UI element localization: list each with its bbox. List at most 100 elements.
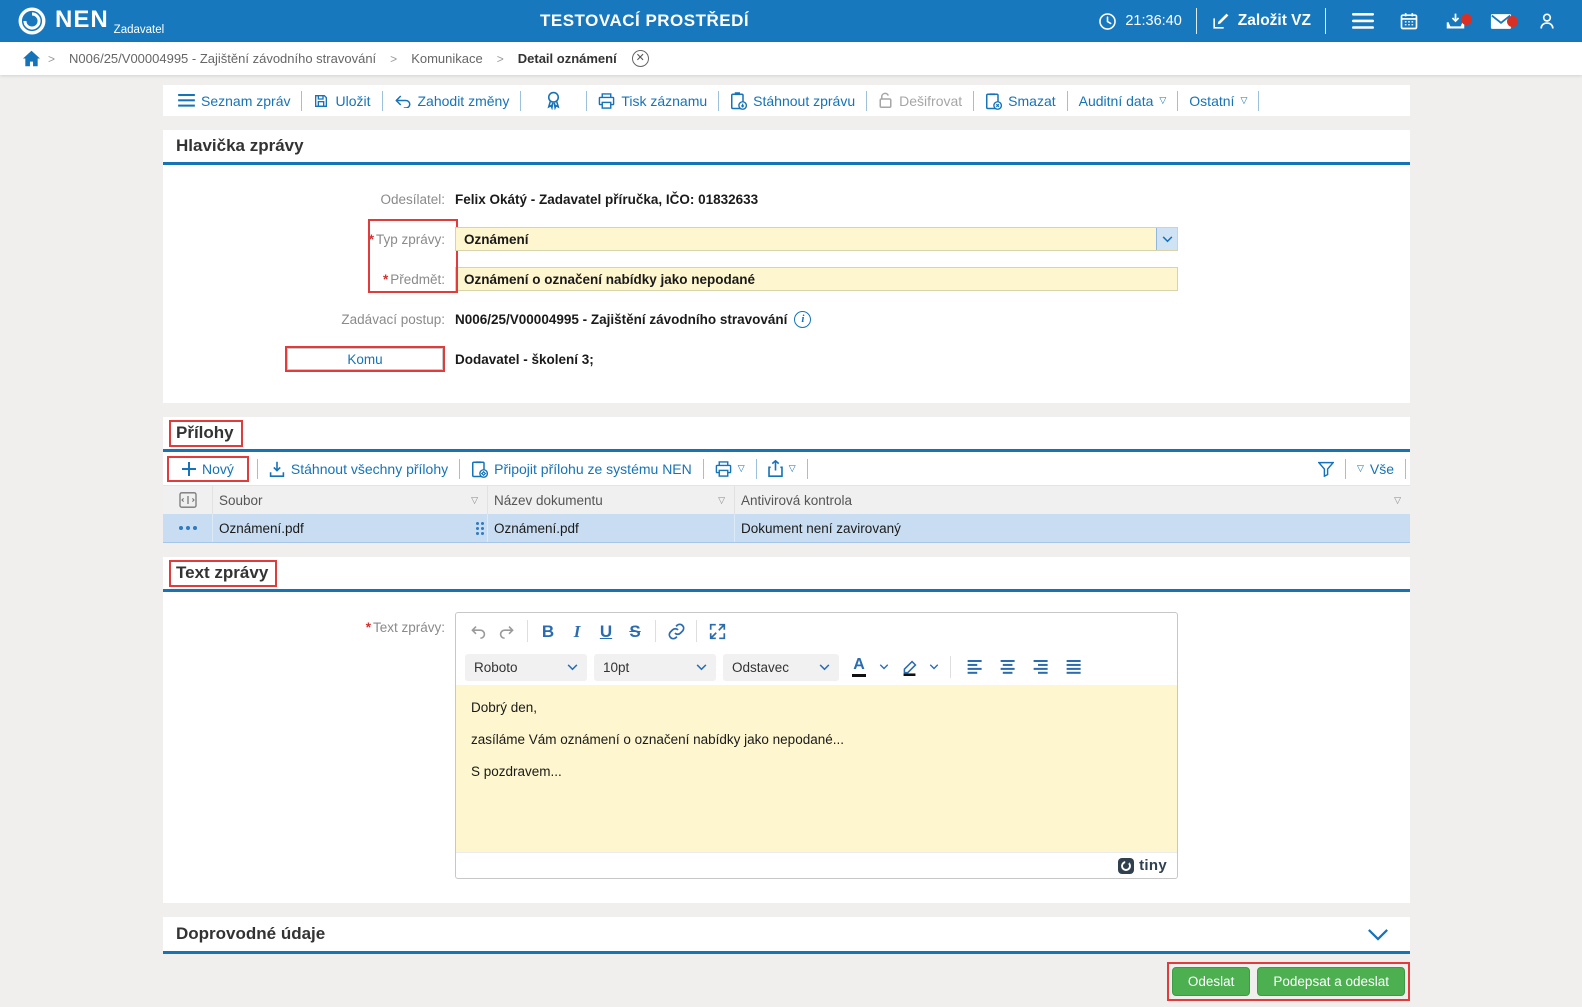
environment-title: TESTOVACÍ PROSTŘEDÍ	[540, 11, 750, 30]
font-size-select[interactable]: 10pt	[594, 653, 716, 681]
form-row-typ-zpravy: * Typ zprávy: Oznámení	[163, 225, 1410, 253]
align-justify-button[interactable]	[1061, 654, 1087, 680]
font-family-value: Roboto	[474, 659, 518, 675]
message-text-area[interactable]: Dobrý den, zasíláme Vám oznámení o označ…	[456, 685, 1177, 852]
breadcrumb-item-procedure[interactable]: N006/25/V00004995 - Zajištění závodního …	[69, 51, 376, 66]
typ-zpravy-select[interactable]: Oznámení	[455, 227, 1178, 251]
form-row-zadavaci-postup: Zadávací postup: N006/25/V00004995 - Zaj…	[163, 305, 1410, 333]
komu-button[interactable]: Komu	[287, 348, 443, 370]
calendar-button[interactable]	[1386, 11, 1432, 31]
column-chooser-header[interactable]	[163, 486, 213, 514]
stahnout-vsechny-prilohy-button[interactable]: Stáhnout všechny přílohy	[258, 461, 459, 477]
export-attachments-dropdown[interactable]: ▽	[757, 460, 807, 477]
italic-button[interactable]: I	[564, 618, 590, 644]
align-left-button[interactable]	[962, 654, 988, 680]
annotation-red-box-prilohy: Přílohy	[169, 419, 243, 447]
home-icon[interactable]	[22, 50, 41, 67]
award-button[interactable]	[521, 91, 586, 110]
font-family-select[interactable]: Roboto	[465, 653, 587, 681]
undo-icon[interactable]	[465, 618, 491, 644]
divider	[1325, 8, 1326, 34]
printer-icon	[715, 460, 732, 477]
column-filter-icon[interactable]: ▽	[471, 495, 478, 505]
zadavaci-postup-value: N006/25/V00004995 - Zajištění závodního …	[455, 310, 812, 328]
pripojit-prilohu-button[interactable]: Připojit přílohu ze systému NEN	[460, 460, 703, 478]
annotation-red-box-novy: Nový	[167, 455, 249, 482]
logo-text: NEN	[55, 6, 109, 33]
filter-button[interactable]	[1307, 461, 1345, 477]
vse-filter-dropdown[interactable]: ▽ Vše	[1346, 461, 1405, 477]
drag-handle-icon[interactable]	[476, 521, 484, 535]
close-tab-icon[interactable]: ✕	[631, 50, 649, 67]
print-attachments-dropdown[interactable]: ▽	[704, 460, 756, 477]
seznam-zprav-button[interactable]: Seznam zpráv	[167, 93, 301, 109]
ulozit-button[interactable]: Uložit	[302, 93, 381, 109]
dropdown-triangle-icon: ▽	[1159, 95, 1167, 105]
row-menu-handle[interactable]	[163, 514, 213, 542]
predmet-label: * Předmět:	[382, 271, 445, 287]
dropdown-triangle-icon: ▽	[1356, 463, 1364, 473]
novy-label: Nový	[202, 460, 234, 477]
ostatni-dropdown[interactable]: Ostatní ▽	[1178, 93, 1258, 109]
inbox-button[interactable]	[1432, 11, 1478, 32]
text-color-button[interactable]: A	[846, 654, 872, 680]
highlight-color-button[interactable]	[896, 654, 922, 680]
info-icon[interactable]: i	[794, 310, 812, 328]
nen-logo-icon	[16, 5, 48, 37]
column-header-soubor[interactable]: Soubor ▽	[213, 486, 488, 514]
auditni-data-dropdown[interactable]: Auditní data ▽	[1068, 93, 1178, 109]
editor-toolbar-row2: Roboto 10pt Odstavec A	[456, 649, 1177, 685]
chevron-down-icon[interactable]	[1367, 928, 1389, 941]
underline-button[interactable]: U	[593, 618, 619, 644]
doprovodne-title: Doprovodné údaje	[176, 924, 326, 943]
dropdown-triangle-icon: ▽	[737, 463, 745, 473]
seznam-zprav-label: Seznam zpráv	[201, 92, 291, 109]
zahodit-zmeny-button[interactable]: Zahodit změny	[383, 93, 521, 109]
nen-logo[interactable]: NEN Zadavatel	[16, 5, 164, 37]
link-button[interactable]	[663, 618, 689, 644]
messages-button[interactable]	[1478, 13, 1524, 30]
doprovodne-header[interactable]: Doprovodné údaje	[163, 917, 1410, 951]
breadcrumb-item-current: Detail oznámení	[517, 51, 617, 66]
redo-icon[interactable]	[494, 618, 520, 644]
predmet-input[interactable]: Oznámení o označení nabídky jako nepodan…	[455, 267, 1178, 291]
smazat-button[interactable]: Smazat	[974, 92, 1066, 110]
zalozit-vz-button[interactable]: Založit VZ	[1211, 12, 1311, 31]
tisk-zaznamu-button[interactable]: Tisk záznamu	[587, 93, 718, 109]
desifrovat-label: Dešifrovat	[899, 92, 963, 109]
section-text-zpravy: Text zprávy * Text zprávy: B I U S Robot…	[163, 557, 1410, 903]
novy-button[interactable]: Nový	[171, 461, 245, 477]
inbox-notification-badge	[1461, 13, 1472, 25]
text-color-chevron-icon[interactable]	[879, 664, 889, 670]
select-chevron-button[interactable]	[1156, 228, 1177, 250]
footer-buttons-row: Odeslat Podepsat a odeslat	[163, 962, 1410, 1001]
align-center-button[interactable]	[995, 654, 1021, 680]
topbar-actions: 21:36:40 Založit VZ	[1098, 0, 1570, 42]
align-right-button[interactable]	[1028, 654, 1054, 680]
block-format-select[interactable]: Odstavec	[723, 653, 839, 681]
clipboard-download-icon	[730, 91, 748, 110]
hlavicka-form: Odesílatel: Felix Okátý - Zadavatel přír…	[163, 165, 1410, 403]
column-filter-icon[interactable]: ▽	[718, 495, 725, 505]
clock-icon	[1098, 12, 1117, 31]
podepsat-a-odeslat-button[interactable]: Podepsat a odeslat	[1257, 967, 1405, 996]
attachments-toolbar: Nový Stáhnout všechny přílohy Připojit p…	[163, 452, 1410, 486]
table-row-attachment[interactable]: Oznámení.pdf Oznámení.pdf Dokument není …	[163, 514, 1410, 543]
tiny-brand-label[interactable]: tiny	[1139, 857, 1167, 874]
odeslat-button[interactable]: Odeslat	[1171, 967, 1251, 996]
column-header-nazev-dokumentu[interactable]: Název dokumentu ▽	[488, 486, 735, 514]
column-filter-icon[interactable]: ▽	[1394, 495, 1401, 505]
bold-button[interactable]: B	[535, 618, 561, 644]
messages-notification-badge	[1507, 15, 1518, 27]
user-profile-button[interactable]	[1524, 11, 1570, 31]
stahnout-zpravu-button[interactable]: Stáhnout zprávu	[719, 91, 866, 110]
column-header-antivirova-kontrola[interactable]: Antivirová kontrola ▽	[735, 493, 1410, 508]
highlight-color-chevron-icon[interactable]	[929, 664, 939, 670]
cell-nazev-dokumentu: Oznámení.pdf	[488, 514, 735, 542]
fullscreen-button[interactable]	[704, 618, 730, 644]
ostatni-label: Ostatní	[1189, 92, 1235, 109]
breadcrumb-item-komunikace[interactable]: Komunikace	[411, 51, 483, 66]
save-icon	[313, 93, 329, 109]
strikethrough-button[interactable]: S	[622, 618, 648, 644]
menu-button[interactable]	[1340, 13, 1386, 29]
